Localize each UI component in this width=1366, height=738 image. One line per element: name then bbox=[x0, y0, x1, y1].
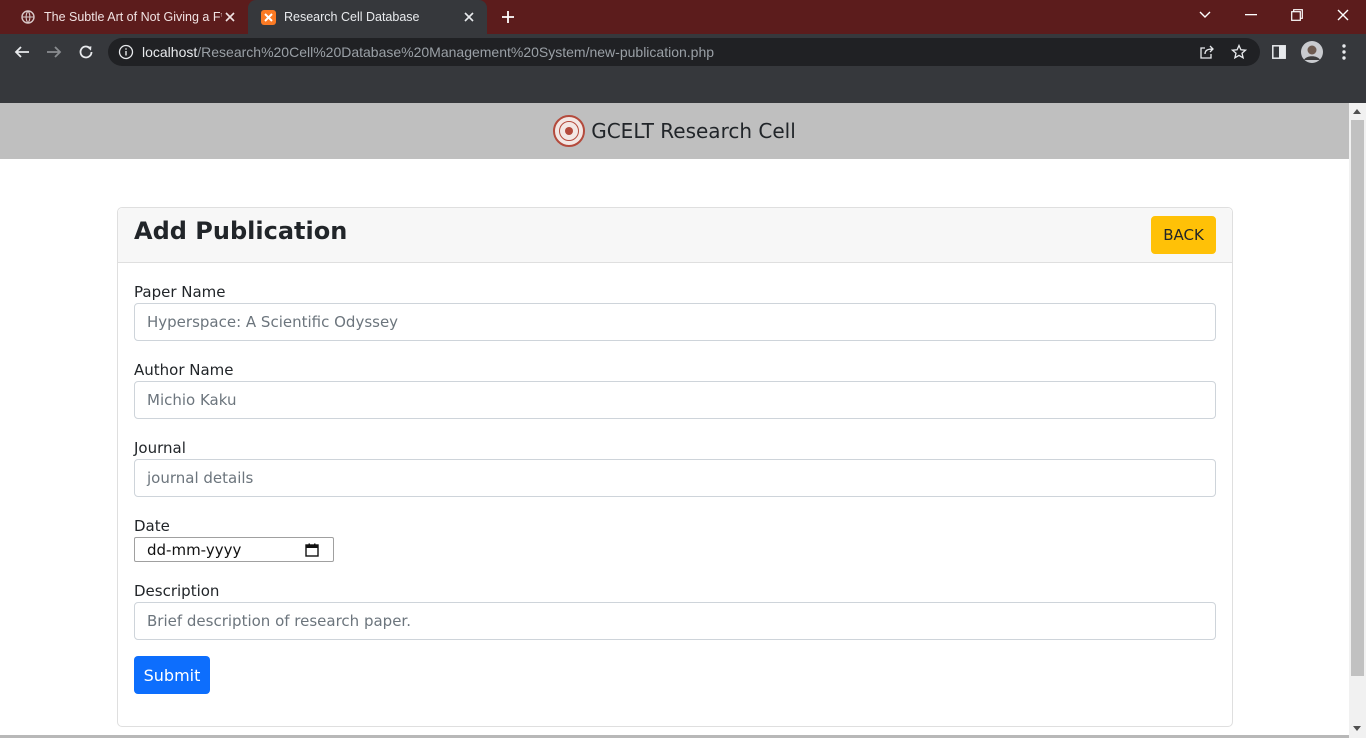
bookmark-bar bbox=[0, 70, 1366, 103]
address-bar[interactable]: localhost/Research%20Cell%20Database%20M… bbox=[108, 38, 1260, 66]
browser-toolbar: localhost/Research%20Cell%20Database%20M… bbox=[0, 34, 1366, 70]
add-publication-card: Add Publication BACK Paper Name Hyperspa… bbox=[117, 207, 1233, 727]
calendar-icon[interactable] bbox=[305, 543, 319, 557]
scroll-thumb[interactable] bbox=[1351, 120, 1364, 676]
tab-search-icon[interactable] bbox=[1182, 0, 1228, 30]
url-text: localhost/Research%20Cell%20Database%20M… bbox=[142, 44, 714, 60]
author-name-label: Author Name bbox=[134, 361, 234, 379]
tab-title: The Subtle Art of Not Giving a F* bbox=[44, 10, 222, 24]
description-input[interactable]: Brief description of research paper. bbox=[134, 602, 1216, 640]
menu-kebab-icon[interactable] bbox=[1333, 41, 1355, 63]
xampp-icon bbox=[260, 9, 276, 25]
site-header: GCELT Research Cell bbox=[0, 103, 1349, 159]
college-seal-logo bbox=[553, 115, 586, 147]
tab-title: Research Cell Database bbox=[284, 10, 420, 24]
journal-input[interactable]: journal details bbox=[134, 459, 1216, 497]
page-viewport: GCELT Research Cell Add Publication BACK… bbox=[0, 103, 1349, 738]
site-title: GCELT Research Cell bbox=[591, 119, 796, 143]
date-placeholder: dd-mm-yyyy bbox=[147, 540, 242, 559]
forward-arrow-icon[interactable] bbox=[42, 40, 66, 64]
bookmark-star-icon[interactable] bbox=[1230, 43, 1248, 61]
back-button[interactable]: BACK bbox=[1151, 216, 1216, 254]
author-name-input[interactable]: Michio Kaku bbox=[134, 381, 1216, 419]
description-label: Description bbox=[134, 582, 220, 600]
card-header: Add Publication BACK bbox=[118, 208, 1232, 263]
close-window-icon[interactable] bbox=[1320, 0, 1366, 30]
profile-avatar[interactable] bbox=[1301, 41, 1323, 63]
page-title: Add Publication bbox=[134, 217, 348, 245]
scroll-up-arrow-icon[interactable] bbox=[1353, 109, 1361, 114]
url-path: /Research%20Cell%20Database%20Management… bbox=[197, 44, 715, 60]
date-input[interactable]: dd-mm-yyyy bbox=[134, 537, 334, 562]
paper-name-label: Paper Name bbox=[134, 283, 226, 301]
browser-tab-inactive[interactable]: The Subtle Art of Not Giving a F* bbox=[8, 0, 248, 34]
browser-tab-strip: The Subtle Art of Not Giving a F* Resear… bbox=[0, 0, 1366, 34]
close-tab-icon[interactable] bbox=[222, 9, 238, 25]
close-tab-icon[interactable] bbox=[461, 9, 477, 25]
site-info-icon[interactable] bbox=[118, 44, 134, 60]
paper-name-input[interactable]: Hyperspace: A Scientific Odyssey bbox=[134, 303, 1216, 341]
back-arrow-icon[interactable] bbox=[10, 40, 34, 64]
scroll-down-arrow-icon[interactable] bbox=[1353, 726, 1361, 731]
browser-tab-active[interactable]: Research Cell Database bbox=[248, 0, 487, 34]
minimize-icon[interactable] bbox=[1228, 0, 1274, 30]
page-scrollbar[interactable] bbox=[1349, 103, 1366, 738]
new-tab-icon[interactable] bbox=[498, 7, 518, 27]
reload-icon[interactable] bbox=[74, 40, 98, 64]
journal-label: Journal bbox=[134, 439, 186, 457]
share-icon[interactable] bbox=[1198, 43, 1216, 61]
restore-icon[interactable] bbox=[1274, 0, 1320, 30]
url-host: localhost bbox=[142, 44, 198, 60]
date-label: Date bbox=[134, 517, 170, 535]
submit-button[interactable]: Submit bbox=[134, 656, 210, 694]
side-panel-icon[interactable] bbox=[1268, 41, 1290, 63]
globe-icon bbox=[20, 9, 36, 25]
